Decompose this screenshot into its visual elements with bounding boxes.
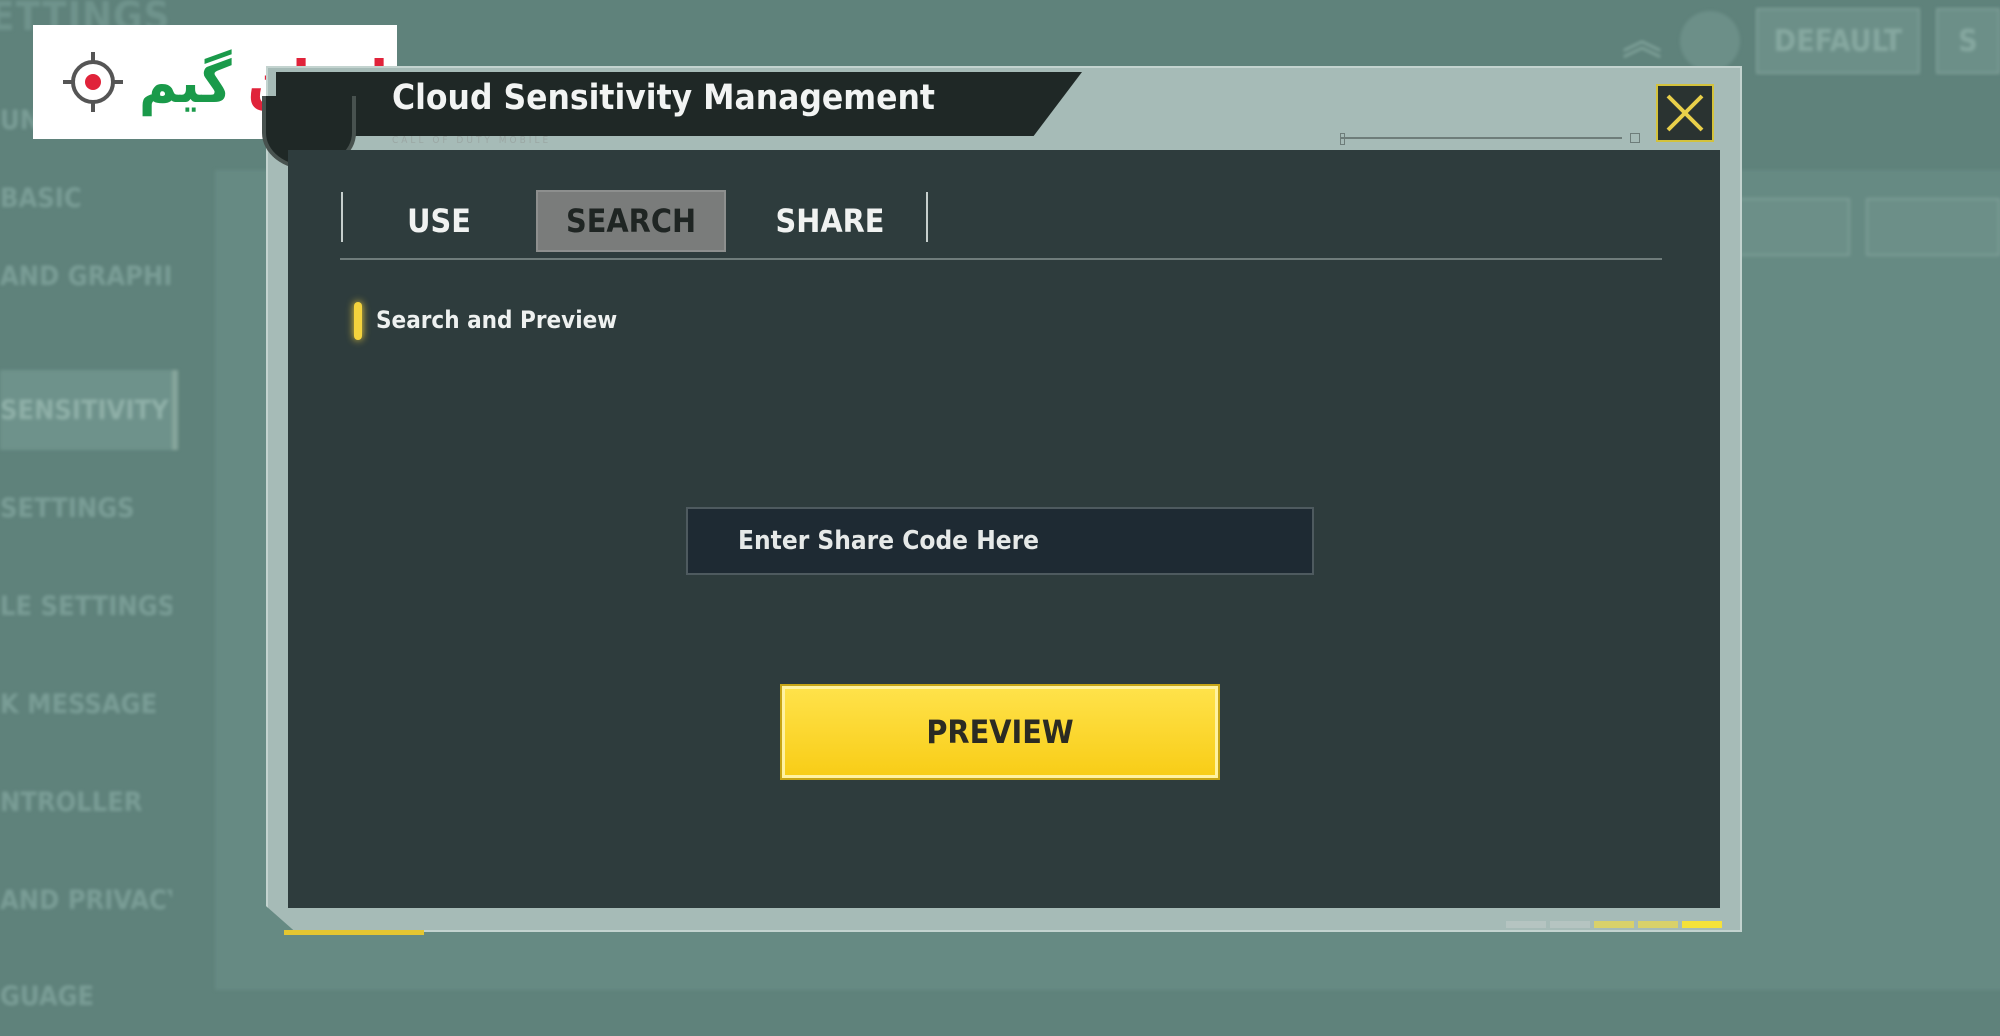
section-title: Search and Preview [376,306,618,334]
page-dot [1594,921,1634,928]
page-indicator [1506,921,1722,928]
background-sidebar-item-active: SENSITIVITY [0,370,178,450]
background-sidebar-item: GUAGE [0,980,95,1012]
dialog-title: Cloud Sensitivity Management [392,78,935,118]
background-sidebar-item: NTROLLER [0,786,143,818]
tab-use[interactable]: USE [344,190,534,252]
background-sidebar-item: BASIC [0,182,82,214]
background-sidebar-item: SETTINGS [0,492,135,524]
background-default-button: DEFAULT [1756,8,1920,74]
background-sidebar-item: LE SETTINGS [0,590,172,622]
background-save-button: S [1936,8,2000,74]
share-code-input[interactable] [686,507,1314,575]
background-sidebar-item: AND GRAPHICS [0,260,172,292]
facebook-icon [1680,11,1740,71]
page-dot [1550,921,1590,928]
crosshair-icon [63,52,123,112]
background-top-bar: ︽ DEFAULT S [1620,8,2000,74]
tab-separator [926,192,928,242]
tabs-underline [340,258,1662,260]
tab-search[interactable]: SEARCH [536,190,726,252]
logo-text-part2: گیم [139,48,232,116]
tab-separator [341,192,343,242]
background-upload-button [1866,198,2000,256]
close-button[interactable] [1656,84,1714,142]
background-sidebar-item: AND PRIVACY [0,884,172,916]
background-action-buttons [1716,198,2000,256]
dialog-subtitle: CALL OF DUTY MOBILE [392,135,552,146]
tab-share[interactable]: SHARE [735,190,925,252]
page-dot [1506,921,1546,928]
page-dot-active [1682,921,1722,928]
header-decoration [1340,133,1640,145]
background-sidebar-item: K MESSAGE [0,688,158,720]
close-x-icon [1666,94,1704,132]
chevrons-up-icon: ︽ [1622,18,1662,64]
section-marker [354,302,362,340]
page-dot [1638,921,1678,928]
footer-accent [284,930,424,935]
preview-button[interactable]: PREVIEW [782,686,1218,778]
